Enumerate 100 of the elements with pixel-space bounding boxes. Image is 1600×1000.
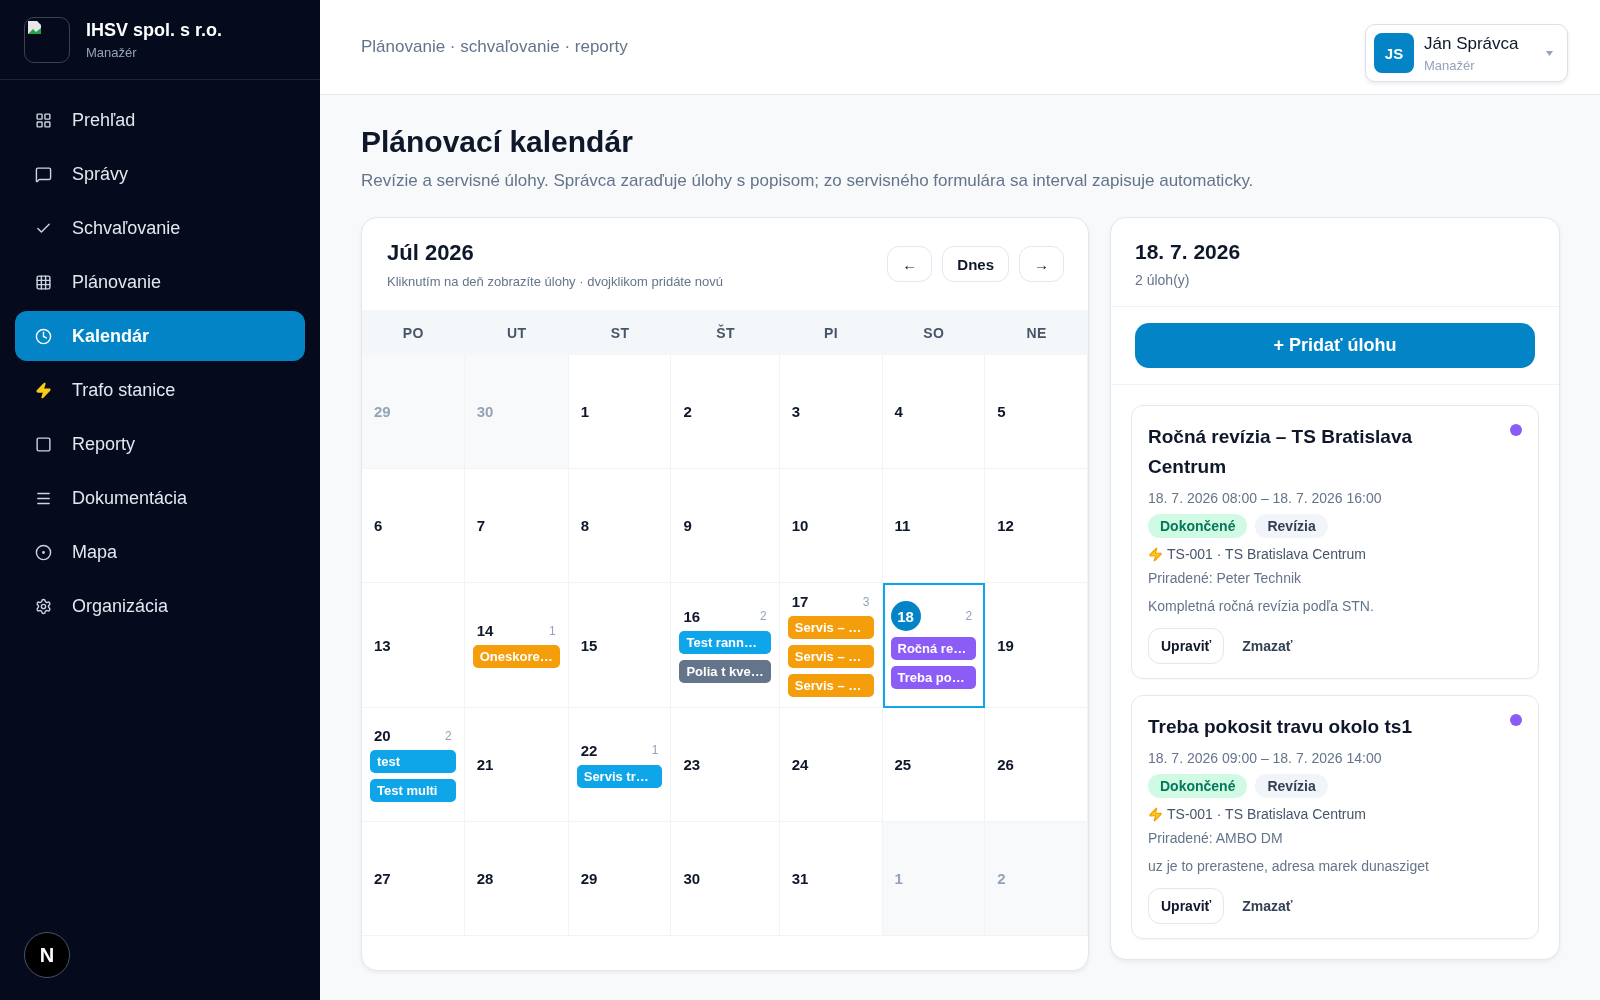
weekday-header: ŠT [671,310,780,355]
target-icon [35,543,52,561]
task-assignee: Priradené: Peter Technik [1148,570,1303,586]
day-number: 27 [374,870,391,887]
chat-bubble-icon [35,165,52,183]
calendar-day[interactable]: 7 [464,469,569,583]
task-title: Treba pokosit travu okolo ts1 [1148,715,1413,739]
nav-item[interactable]: Trafo stanice [15,365,305,415]
day-number: 4 [894,403,903,420]
previous-month-button[interactable]: ← [887,246,933,282]
day-number: 18 [890,601,921,631]
task-description: Kompletná ročná revízia podľa STN. [1148,598,1375,614]
day-number: 11 [894,517,911,534]
day-number: 28 [476,870,494,887]
day-number: 9 [683,517,692,534]
calendar-day[interactable]: 27 [362,822,465,936]
calendar-day[interactable]: 14 1 Oneskore… [464,583,569,708]
user-avatar: JS [1374,33,1414,73]
calendar-day[interactable]: 23 [671,708,780,822]
day-number: 23 [683,756,701,773]
calendar-day[interactable]: 29 [568,822,672,936]
task-description: uz je to prerastene, adresa marek dunasziget [1148,858,1430,874]
user-name: Ján Správca [1424,33,1520,54]
calendar-day[interactable]: 10 [779,469,883,583]
delete-button[interactable]: Zmazať [1230,628,1305,664]
calendar-day[interactable]: 5 [985,355,1088,469]
day-number: 29 [580,870,598,887]
lightning-icon [35,381,52,399]
calendar-day[interactable]: 8 [568,469,672,583]
calendar-day[interactable]: 12 [985,469,1088,583]
calendar-day[interactable]: 1 [568,355,672,469]
delete-button[interactable]: Zmazať [1230,888,1305,924]
task-time: 18. 7. 2026 09:00 – 18. 7. 2026 14:00 [1148,750,1383,766]
calendar-day[interactable]: 30 [671,822,780,936]
nav-item[interactable]: Reporty [15,419,305,469]
caret-icon [1546,50,1553,56]
broken-image-icon [24,16,70,63]
day-number: 17 [791,593,809,610]
calendar-event[interactable]: Treba po… [890,666,977,689]
edit-button[interactable]: Upraviť [1148,888,1225,924]
calendar-day[interactable]: 26 [985,708,1088,822]
calendar-hint: Kliknutím na deň zobrazíte úlohy · dvojklikom pridáte novú [387,273,723,289]
clock-icon [35,327,52,345]
calendar-day[interactable]: 16 2 Test rann… Polia t kve… [671,583,780,708]
day-number: 5 [997,403,1006,420]
calendar-day[interactable]: 24 [779,708,883,822]
page-subtitle: Revízie a servisné úlohy. Správca zaraďuje úlohy s popisom; zo servisného formulára sa interval zapisuje automaticky. [361,171,1255,191]
nav-item[interactable]: Dokumentácia [15,473,305,523]
calendar-day[interactable]: 11 [882,469,986,583]
today-button[interactable]: Dnes [942,246,1009,282]
nav-item[interactable]: Plánovanie [15,257,305,307]
calendar-day[interactable]: 2 [671,355,780,469]
weekday-header: PI [779,310,883,355]
breadcrumb: Plánovanie · schvaľovanie · reporty [361,37,628,57]
status-badge: Dokončené [1148,774,1248,798]
weekday-header: PO [362,310,465,355]
day-number: 20 [374,727,391,744]
calendar-day[interactable]: 31 [779,822,883,936]
grid-icon [35,273,52,291]
calendar-day[interactable]: 22 1 Servis tr… [568,708,672,822]
day-number: 13 [374,636,391,654]
calendar-event[interactable]: Polia t kve… [679,659,771,683]
next-month-button[interactable]: → [1019,246,1064,282]
day-number: 22 [580,741,598,759]
nav-item[interactable]: Schvaľovanie [15,203,305,253]
calendar-day[interactable]: 4 [882,355,986,469]
add-task-button[interactable]: + Pridať úlohu [1135,323,1535,368]
square-icon [35,435,52,453]
day-number: 25 [894,756,912,773]
nav-item[interactable]: Organizácia [15,581,305,631]
day-number: 29 [374,403,391,420]
calendar-day[interactable]: 15 [568,583,672,708]
day-number: 1 [580,403,590,420]
calendar-day[interactable]: 25 [882,708,986,822]
nav-item[interactable]: Prehľad [15,95,305,145]
task-count: 1 [651,743,659,757]
calendar-day[interactable]: 13 [362,583,465,708]
calendar-day[interactable]: 21 [464,708,569,822]
calendar-day[interactable]: 9 [671,469,780,583]
day-number: 1 [894,870,903,887]
calendar-event[interactable]: Ročná re… [890,637,977,660]
day-number: 21 [476,756,494,773]
nav-item[interactable]: Kalendár [15,311,305,361]
user-menu[interactable]: JS Ján Správca Manažér [1365,24,1568,82]
day-number: 15 [580,636,598,654]
day-number: 30 [476,403,494,420]
status-badge: Dokončené [1148,514,1248,538]
day-number: 26 [997,756,1014,773]
task-count: 2 [445,728,452,743]
day-number: 14 [476,622,494,639]
calendar-day[interactable]: 28 [464,822,569,936]
edit-button[interactable]: Upraviť [1148,628,1225,664]
calendar-day[interactable]: 3 [779,355,883,469]
settings-icon [35,597,52,615]
calendar-day[interactable]: 19 [985,583,1088,708]
nav-item[interactable]: Mapa [15,527,305,577]
calendar-day[interactable]: 6 [362,469,465,583]
nav-item[interactable]: Správy [15,149,305,199]
dev-tools-button[interactable]: N [24,932,70,978]
calendar-day[interactable]: 18 2 Ročná re… Treba po… [882,583,986,708]
